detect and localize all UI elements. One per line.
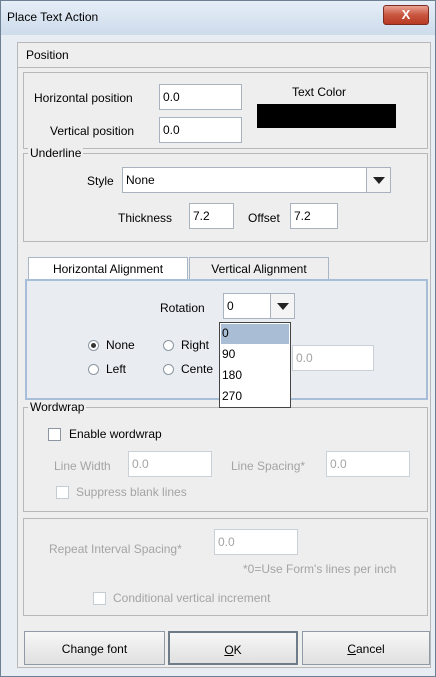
repeat-panel: Repeat Interval Spacing* 0.0 *0=Use Form… xyxy=(23,518,428,616)
suppress-blank-lines-checkbox[interactable] xyxy=(56,486,69,499)
chevron-down-icon[interactable] xyxy=(270,294,294,318)
change-font-button[interactable]: Change font xyxy=(24,631,165,665)
tab-horizontal-alignment[interactable]: Horizontal Alignment xyxy=(28,257,188,279)
line-spacing-input[interactable]: 0.0 xyxy=(326,451,410,477)
suppress-blank-lines-label: Suppress blank lines xyxy=(76,485,187,499)
style-select-value: None xyxy=(126,173,155,187)
ok-button-label: OK xyxy=(224,643,242,657)
rotation-label: Rotation xyxy=(160,301,205,315)
text-color-swatch[interactable] xyxy=(257,104,396,128)
style-select[interactable]: None xyxy=(122,167,391,193)
radio-left[interactable] xyxy=(88,364,99,375)
close-icon: X xyxy=(401,7,411,22)
window-title: Place Text Action xyxy=(7,10,99,24)
alignment-offset-input[interactable]: 0.0 xyxy=(292,345,374,371)
repeat-interval-note: *0=Use Form's lines per inch xyxy=(243,562,397,576)
conditional-vertical-checkbox[interactable] xyxy=(93,592,106,605)
style-label: Style xyxy=(87,174,114,188)
underline-group-title: Underline xyxy=(28,146,84,160)
vertical-position-input[interactable]: 0.0 xyxy=(159,117,242,143)
radio-none-label: None xyxy=(106,338,135,352)
thickness-label: Thickness xyxy=(118,211,173,225)
position-header: Position xyxy=(17,42,431,68)
wordwrap-group-title: Wordwrap xyxy=(28,400,87,414)
line-spacing-label: Line Spacing* xyxy=(231,459,306,473)
conditional-vertical-label: Conditional vertical increment xyxy=(113,591,271,605)
radio-center-label: Cente xyxy=(181,362,214,376)
rotation-select[interactable]: 0 xyxy=(223,293,295,319)
radio-center[interactable] xyxy=(163,364,174,375)
cancel-mnemonic: C xyxy=(347,642,356,656)
line-width-label: Line Width xyxy=(54,459,111,473)
ok-mnemonic: O xyxy=(224,643,234,657)
radio-none[interactable] xyxy=(88,340,99,351)
wordwrap-group: Wordwrap Enable wordwrap Line Width 0.0 … xyxy=(23,400,428,512)
radio-right[interactable] xyxy=(163,340,174,351)
position-panel: Horizontal position 0.0 Vertical positio… xyxy=(23,72,428,149)
title-bar[interactable]: Place Text Action X xyxy=(1,1,435,35)
text-color-label: Text Color xyxy=(292,85,347,99)
cancel-button[interactable]: Cancel xyxy=(302,631,430,665)
horizontal-position-label: Horizontal position xyxy=(34,91,133,105)
underline-group: Underline Style None Thickness 7.2 Offse… xyxy=(23,146,428,242)
line-width-input[interactable]: 0.0 xyxy=(128,451,212,477)
cancel-button-label: Cancel xyxy=(347,642,385,656)
offset-label: Offset xyxy=(248,211,280,225)
tab-vertical-alignment[interactable]: Vertical Alignment xyxy=(189,257,329,279)
rotation-option-180[interactable]: 180 xyxy=(221,366,289,386)
radio-left-label: Left xyxy=(106,362,127,376)
rotation-option-270[interactable]: 270 xyxy=(221,387,289,407)
position-section-title: Position xyxy=(26,48,69,62)
rotation-select-value: 0 xyxy=(227,299,234,313)
close-button[interactable]: X xyxy=(383,5,429,25)
thickness-input[interactable]: 7.2 xyxy=(189,203,234,229)
radio-right-label: Right xyxy=(181,338,210,352)
repeat-interval-label: Repeat Interval Spacing* xyxy=(49,542,182,556)
rotation-option-0[interactable]: 0 xyxy=(221,324,289,344)
ok-button[interactable]: OK xyxy=(168,631,298,665)
enable-wordwrap-checkbox[interactable] xyxy=(48,428,61,441)
horizontal-position-input[interactable]: 0.0 xyxy=(159,84,242,110)
offset-input[interactable]: 7.2 xyxy=(290,203,338,229)
rotation-option-90[interactable]: 90 xyxy=(221,345,289,365)
enable-wordwrap-label: Enable wordwrap xyxy=(69,427,162,441)
vertical-position-label: Vertical position xyxy=(50,124,135,138)
chevron-down-icon[interactable] xyxy=(366,168,390,192)
rotation-dropdown-list[interactable]: 0 90 180 270 xyxy=(219,322,291,408)
repeat-interval-input[interactable]: 0.0 xyxy=(214,529,298,555)
